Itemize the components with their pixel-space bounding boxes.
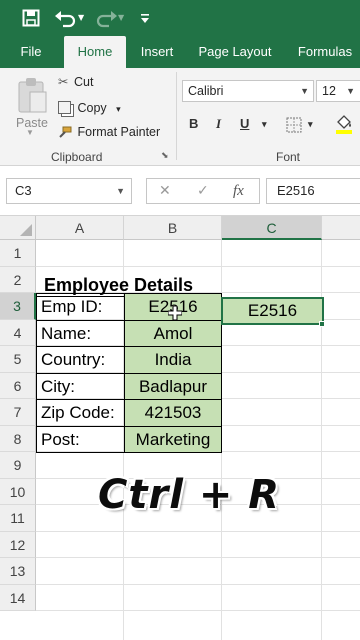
font-group-label: Font bbox=[276, 150, 301, 164]
gridline bbox=[36, 610, 360, 611]
name-box[interactable]: C3 ▼ bbox=[6, 178, 132, 204]
row-header[interactable]: 7 bbox=[0, 399, 36, 426]
row-header[interactable]: 3 bbox=[0, 293, 36, 320]
row-header[interactable]: 12 bbox=[0, 531, 36, 558]
row-header[interactable]: 8 bbox=[0, 425, 36, 452]
chevron-down-icon: ▼ bbox=[300, 86, 309, 96]
redo-icon[interactable] bbox=[94, 8, 118, 28]
cut-label: Cut bbox=[73, 75, 94, 89]
borders-button[interactable] bbox=[286, 117, 302, 136]
select-all-button[interactable] bbox=[0, 216, 36, 240]
table-value-cell[interactable]: 421503 bbox=[124, 399, 222, 427]
format-painter-button[interactable]: Format Painter bbox=[58, 124, 160, 139]
tab-home[interactable]: Home bbox=[64, 36, 126, 68]
fill-handle[interactable] bbox=[319, 321, 325, 327]
tab-page-layout[interactable]: Page Layout bbox=[192, 36, 278, 68]
chevron-down-icon: ▼ bbox=[116, 186, 125, 196]
tab-formulas[interactable]: Formulas bbox=[290, 36, 360, 68]
font-name-select[interactable]: Calibri ▼ bbox=[182, 80, 314, 102]
redo-dropdown-icon[interactable]: ▼ bbox=[118, 8, 126, 28]
copy-label: Copy bbox=[77, 101, 107, 115]
row-header[interactable]: 14 bbox=[0, 584, 36, 611]
ribbon: Paste ▼ ✂ Cut Copy ▾ Format Painter Clip… bbox=[0, 68, 360, 166]
cell-select-cursor-icon bbox=[168, 306, 182, 320]
font-size-select[interactable]: 12 ▼ bbox=[316, 80, 360, 102]
undo-icon[interactable] bbox=[54, 8, 78, 28]
tab-insert[interactable]: Insert bbox=[132, 36, 182, 68]
fill-color-button[interactable] bbox=[334, 112, 354, 137]
ribbon-tabs: File Home Insert Page Layout Formulas bbox=[0, 36, 360, 68]
scissors-icon: ✂ bbox=[58, 74, 69, 89]
column-header-b[interactable]: B bbox=[124, 216, 222, 240]
table-label-cell[interactable]: City: bbox=[36, 372, 125, 400]
copy-dropdown-icon[interactable]: ▾ bbox=[116, 104, 121, 114]
fill-color-icon bbox=[336, 115, 352, 134]
italic-button[interactable]: I bbox=[216, 116, 221, 132]
format-painter-icon bbox=[58, 126, 72, 138]
gridline bbox=[36, 557, 360, 558]
clipboard-launcher-icon[interactable]: ⬊ bbox=[161, 150, 169, 161]
quick-access-toolbar: ▼ ▼ bbox=[0, 0, 360, 36]
undo-dropdown-icon[interactable]: ▼ bbox=[78, 8, 86, 28]
row-header[interactable]: 6 bbox=[0, 372, 36, 399]
table-value-cell[interactable]: India bbox=[124, 346, 222, 374]
copy-icon bbox=[58, 101, 71, 114]
customize-icon[interactable] bbox=[140, 8, 150, 28]
table-label-cell[interactable]: Post: bbox=[36, 425, 125, 453]
table-label-cell[interactable]: Emp ID: bbox=[36, 293, 125, 321]
tab-file[interactable]: File bbox=[8, 36, 54, 68]
table-value-cell[interactable]: Marketing bbox=[124, 425, 222, 453]
cut-button[interactable]: ✂ Cut bbox=[58, 74, 93, 89]
gridline bbox=[36, 530, 360, 532]
chevron-down-icon: ▼ bbox=[346, 86, 355, 96]
format-painter-label: Format Painter bbox=[77, 125, 161, 139]
paste-dropdown-icon[interactable]: ▼ bbox=[26, 128, 34, 137]
insert-function-icon[interactable]: fx bbox=[233, 183, 244, 200]
row-header[interactable]: 10 bbox=[0, 478, 36, 505]
group-separator bbox=[176, 72, 177, 160]
column-header-d[interactable] bbox=[322, 216, 360, 240]
clipboard-group-label: Clipboard bbox=[51, 150, 103, 164]
gridline bbox=[36, 265, 360, 267]
column-header-a[interactable]: A bbox=[36, 216, 124, 240]
copy-button[interactable]: Copy ▾ bbox=[58, 99, 121, 115]
save-icon[interactable] bbox=[22, 8, 40, 28]
shortcut-overlay-text: Ctrl + R bbox=[98, 472, 281, 518]
row-header[interactable]: 9 bbox=[0, 452, 36, 479]
formula-input[interactable]: E2516 bbox=[266, 178, 360, 204]
cell-c3[interactable]: E2516 bbox=[221, 297, 324, 325]
paste-icon bbox=[18, 78, 47, 113]
column-header-c[interactable]: C bbox=[222, 216, 322, 240]
borders-icon bbox=[286, 117, 302, 133]
formula-controls: ✕ ✓ fx bbox=[146, 178, 260, 204]
borders-dropdown-icon[interactable]: ▾ bbox=[308, 119, 313, 130]
cancel-icon[interactable]: ✕ bbox=[159, 183, 171, 199]
table-label-cell[interactable]: Name: bbox=[36, 319, 125, 347]
underline-button[interactable]: U bbox=[240, 116, 249, 131]
bold-button[interactable]: B bbox=[189, 116, 198, 131]
table-value-cell[interactable]: Badlapur bbox=[124, 372, 222, 400]
underline-dropdown-icon[interactable]: ▾ bbox=[262, 119, 267, 130]
row-header[interactable]: 4 bbox=[0, 319, 36, 346]
row-header[interactable]: 11 bbox=[0, 505, 36, 532]
row-header[interactable]: 5 bbox=[0, 346, 36, 373]
enter-icon[interactable]: ✓ bbox=[197, 183, 209, 199]
table-value-cell[interactable]: Amol bbox=[124, 319, 222, 347]
table-label-cell[interactable]: Zip Code: bbox=[36, 399, 125, 427]
worksheet-grid: A B C 1 2 3 4 5 6 7 8 9 10 11 12 13 14 Employee Detai… bbox=[0, 216, 360, 640]
row-header[interactable]: 1 bbox=[0, 240, 36, 267]
gridline bbox=[36, 583, 360, 585]
table-label-cell[interactable]: Country: bbox=[36, 346, 125, 374]
row-header[interactable]: 13 bbox=[0, 558, 36, 585]
formula-bar: C3 ▼ ✕ ✓ fx E2516 bbox=[0, 166, 360, 216]
row-header[interactable]: 2 bbox=[0, 266, 36, 293]
